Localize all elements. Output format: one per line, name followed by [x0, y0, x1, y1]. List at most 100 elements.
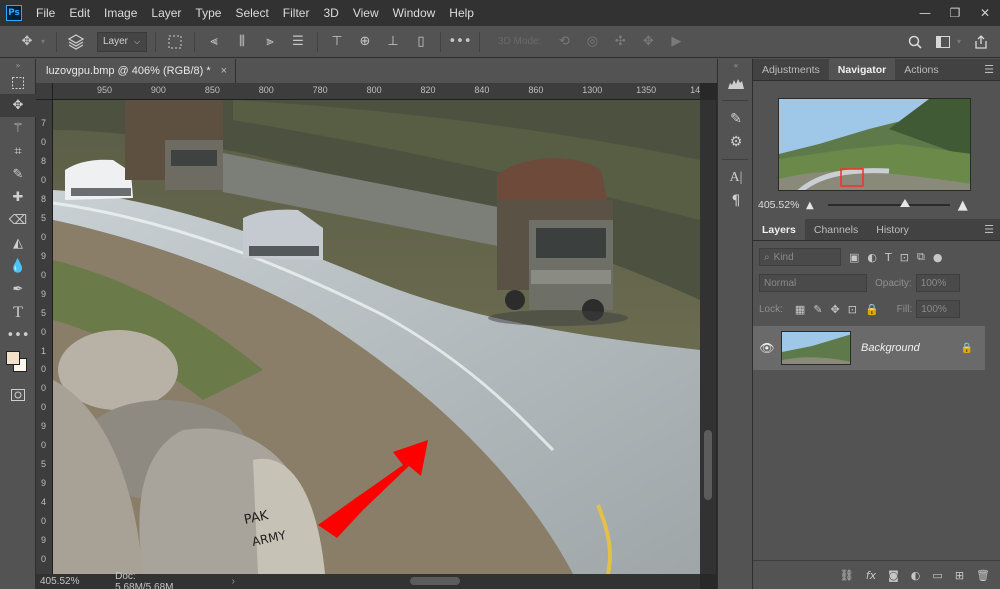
filter-toggle-icon[interactable]: ● — [933, 251, 943, 264]
layer-lock-icon[interactable]: 🔒 — [961, 343, 973, 354]
opacity-field[interactable]: 100% — [915, 274, 960, 292]
document-tab[interactable]: luzovgpu.bmp @ 406% (RGB/8) * × — [36, 59, 236, 83]
auto-select-icon[interactable] — [65, 31, 87, 53]
foreground-color-swatch[interactable] — [6, 351, 20, 365]
lock-artboard-icon[interactable]: ⊡ — [848, 303, 857, 316]
lock-position-icon[interactable]: ✥ — [831, 303, 840, 316]
filter-type-icon[interactable]: T — [885, 251, 892, 264]
tab-actions[interactable]: Actions — [895, 59, 947, 80]
filter-pixel-icon[interactable]: ▣ — [849, 251, 859, 264]
lock-all-icon[interactable]: 🔒 — [865, 303, 879, 316]
more-tools-icon[interactable]: ••• — [0, 324, 36, 347]
menu-help[interactable]: Help — [449, 6, 474, 20]
adjustment-layer-icon[interactable]: ◐ — [911, 569, 921, 582]
3d-pan-icon[interactable]: ✣ — [609, 31, 631, 53]
brush-settings-icon[interactable]: ✎ — [718, 107, 754, 130]
menu-select[interactable]: Select — [235, 6, 268, 20]
link-layers-icon[interactable]: ⛓ — [840, 569, 854, 582]
crop-tool-icon[interactable]: ⌗ — [0, 140, 36, 163]
vertical-scrollbar[interactable] — [700, 100, 716, 574]
menu-layer[interactable]: Layer — [151, 6, 181, 20]
layer-mask-icon[interactable]: ◙ — [888, 569, 899, 582]
panel-collapse-icon[interactable]: « — [718, 59, 754, 71]
histogram-icon[interactable] — [718, 71, 754, 94]
close-tab-icon[interactable]: × — [221, 65, 227, 77]
status-menu-arrow-icon[interactable]: › — [232, 576, 235, 587]
blur-tool-icon[interactable]: 💧 — [0, 255, 36, 278]
menu-type[interactable]: Type — [195, 6, 221, 20]
layer-style-fx-icon[interactable]: fx — [866, 569, 876, 582]
new-group-icon[interactable]: ▭ — [932, 569, 942, 582]
3d-orbit-icon[interactable]: ⟲ — [553, 31, 575, 53]
paint-bucket-icon[interactable]: ◭ — [0, 232, 36, 255]
zoom-out-icon[interactable]: ▲ — [806, 200, 814, 211]
tab-layers[interactable]: Layers — [753, 219, 805, 240]
color-swatches[interactable] — [0, 347, 36, 383]
layer-row-background[interactable]: 👁 Background 🔒 — [753, 326, 985, 370]
brush-presets-icon[interactable]: ⚙ — [718, 130, 754, 153]
move-tool-icon[interactable]: ✥ — [16, 31, 38, 53]
filter-smart-object-icon[interactable]: ⧉ — [917, 250, 925, 264]
image-canvas[interactable]: PAK ARMY — [53, 100, 700, 574]
menu-edit[interactable]: Edit — [69, 6, 90, 20]
tab-channels[interactable]: Channels — [805, 219, 867, 240]
slider-knob[interactable] — [899, 199, 910, 207]
align-left-icon[interactable]: ⫷ — [203, 31, 225, 53]
brush-tool-icon[interactable]: ✎ — [0, 163, 36, 186]
zoom-in-icon[interactable]: ▲ — [958, 198, 968, 213]
menu-filter[interactable]: Filter — [283, 6, 310, 20]
menu-file[interactable]: File — [36, 6, 55, 20]
type-tool-icon[interactable]: T — [0, 301, 36, 324]
more-options-icon[interactable]: ••• — [449, 31, 472, 53]
distribute-vertical-icon[interactable]: ▯ — [410, 31, 432, 53]
align-center-icon[interactable]: ⫼ — [231, 31, 253, 53]
dropdown-caret-icon[interactable]: ▾ — [38, 31, 48, 53]
minimize-button[interactable]: — — [910, 0, 940, 26]
tab-adjustments[interactable]: Adjustments — [753, 59, 829, 80]
layer-thumbnail[interactable] — [781, 331, 851, 365]
fill-field[interactable]: 100% — [916, 300, 961, 318]
lock-transparent-icon[interactable]: ▦ — [795, 303, 805, 316]
filter-shape-icon[interactable]: ⊡ — [900, 251, 909, 264]
eraser-tool-icon[interactable]: ⌫ — [0, 209, 36, 232]
blend-mode-dropdown[interactable]: Normal — [759, 274, 867, 292]
panel-menu-icon[interactable]: ☰ — [984, 63, 994, 76]
move-tool-icon[interactable]: ✥ — [0, 94, 36, 117]
align-right-icon[interactable]: ⫸ — [259, 31, 281, 53]
filter-adjustment-icon[interactable]: ◐ — [867, 251, 877, 264]
zoom-level-field[interactable]: 405.52% — [40, 576, 101, 587]
delete-layer-icon[interactable]: 🗑 — [976, 569, 990, 582]
menu-3d[interactable]: 3D — [323, 6, 338, 20]
panel-collapse-icon[interactable]: » — [0, 59, 36, 71]
quick-mask-icon[interactable] — [0, 383, 36, 406]
3d-camera-icon[interactable]: ▶ — [665, 31, 687, 53]
auto-select-target-dropdown[interactable]: Layer ⌵ — [97, 31, 147, 52]
align-top-icon[interactable]: ⊤ — [326, 31, 348, 53]
horizontal-scrollbar[interactable] — [235, 574, 700, 589]
navigator-zoom-field[interactable]: 405.52% — [758, 199, 806, 211]
search-icon[interactable] — [904, 31, 926, 53]
close-button[interactable]: ✕ — [970, 0, 1000, 26]
workspace-caret-icon[interactable]: ▾ — [954, 31, 964, 53]
menu-view[interactable]: View — [353, 6, 379, 20]
lock-image-icon[interactable]: ✎ — [813, 303, 822, 316]
tab-navigator[interactable]: Navigator — [828, 59, 896, 80]
character-panel-icon[interactable]: A| — [718, 166, 754, 189]
eye-visibility-icon[interactable]: 👁 — [753, 341, 781, 355]
navigator-zoom-slider[interactable] — [827, 199, 950, 207]
scroll-thumb[interactable] — [704, 430, 712, 500]
new-layer-icon[interactable]: ⊞ — [955, 569, 964, 582]
tab-history[interactable]: History — [867, 219, 918, 240]
align-middle-icon[interactable]: ⊕ — [354, 31, 376, 53]
healing-tool-icon[interactable]: ✚ — [0, 186, 36, 209]
vertical-ruler[interactable]: 7080850909501000905940900 — [36, 100, 53, 574]
layer-name[interactable]: Background — [861, 342, 961, 354]
restore-button[interactable]: ❐ — [940, 0, 970, 26]
ruler-origin[interactable] — [36, 83, 53, 100]
scroll-thumb[interactable] — [410, 577, 460, 585]
3d-slide-icon[interactable]: ✥ — [637, 31, 659, 53]
menu-image[interactable]: Image — [104, 6, 137, 20]
magic-wand-icon[interactable]: ⚚ — [0, 117, 36, 140]
pen-tool-icon[interactable]: ✒ — [0, 278, 36, 301]
align-bottom-icon[interactable]: ⊥ — [382, 31, 404, 53]
